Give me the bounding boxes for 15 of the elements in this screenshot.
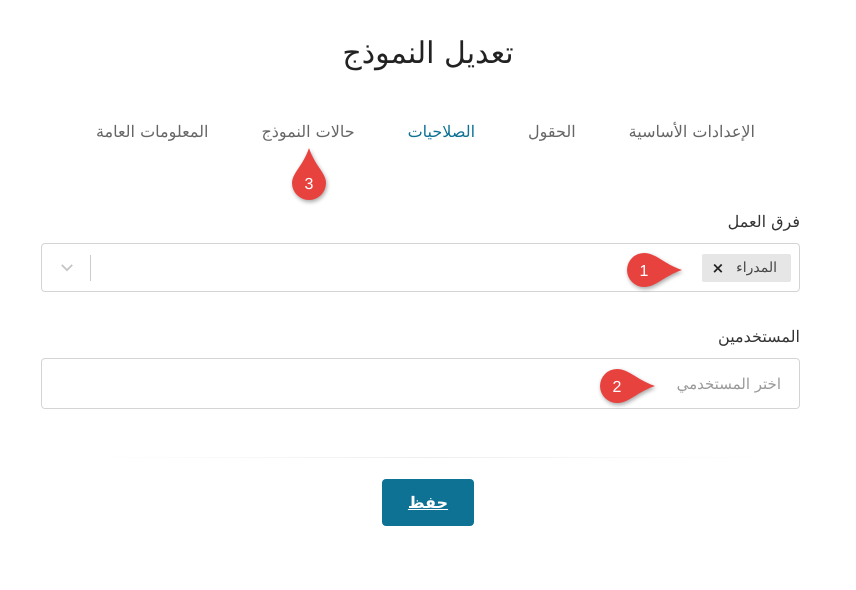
tab[interactable]: الإعدادات الأساسية bbox=[628, 120, 755, 144]
callout-marker: 3 bbox=[289, 147, 329, 203]
tab[interactable]: حالات النموذج bbox=[261, 120, 355, 144]
callout-marker: 1 bbox=[624, 250, 684, 290]
tab[interactable]: الصلاحيات bbox=[408, 120, 476, 144]
field-label: فرق العمل bbox=[728, 212, 800, 231]
tab[interactable]: الحقول bbox=[528, 120, 576, 144]
tag-label: المدراء bbox=[736, 260, 777, 276]
chevron-down-icon[interactable] bbox=[60, 263, 74, 272]
save-button[interactable]: حفظ bbox=[382, 479, 474, 526]
callout-marker: 2 bbox=[597, 366, 657, 406]
page-title: تعديل النموذج bbox=[341, 35, 515, 73]
tab[interactable]: المعلومات العامة bbox=[96, 120, 208, 144]
field-label: المستخدمين bbox=[718, 327, 800, 346]
remove-tag-button[interactable]: × bbox=[712, 258, 724, 276]
